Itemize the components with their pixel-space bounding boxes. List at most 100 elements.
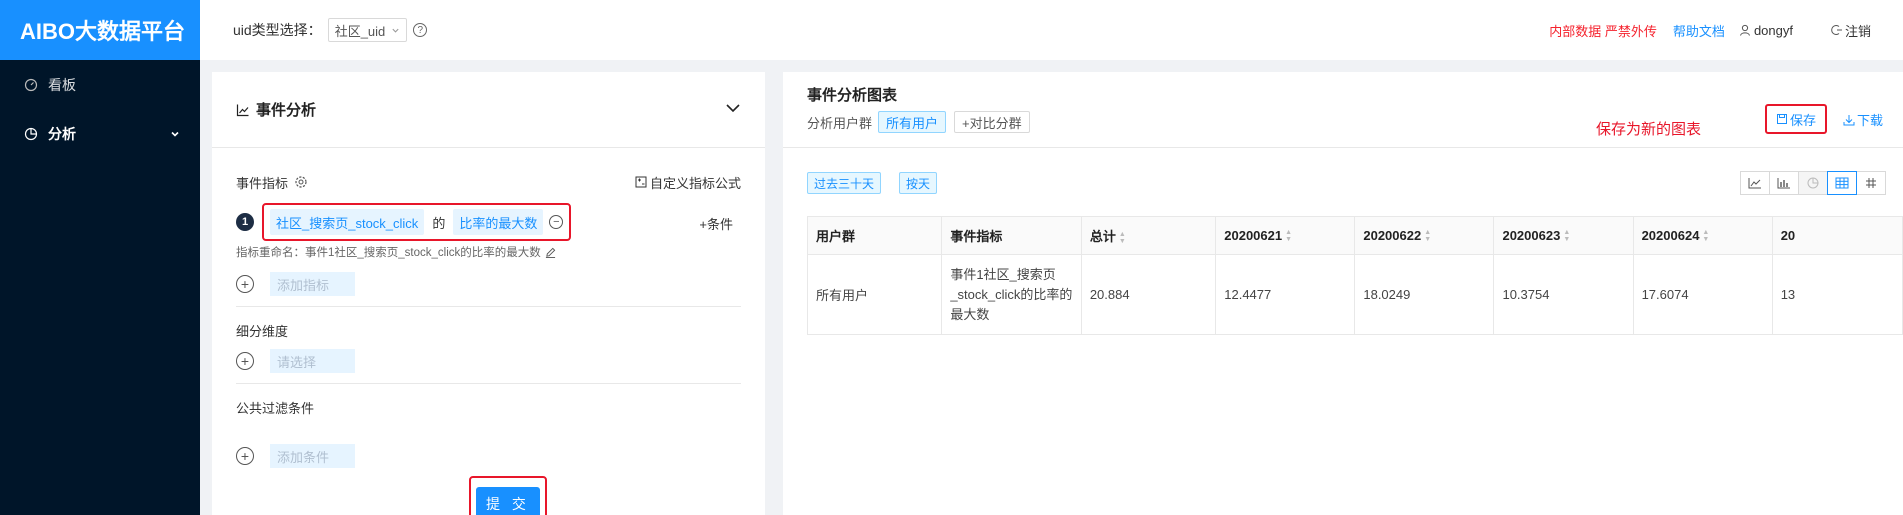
view-switcher xyxy=(1740,171,1886,195)
sort-icon: ▲ ▼ xyxy=(1424,229,1432,244)
logout-label: 注销 xyxy=(1844,23,1871,39)
app-logo[interactable]: AIBO大数据平台 xyxy=(0,0,200,60)
calculator-icon xyxy=(635,176,647,188)
metric-event-select[interactable]: 社区_搜索页_stock_click xyxy=(270,209,425,235)
col-date[interactable]: 20 xyxy=(1771,216,1903,255)
collapse-chevron-icon[interactable] xyxy=(725,100,741,116)
dashboard-icon xyxy=(24,78,38,92)
pie-chart-icon[interactable] xyxy=(1798,171,1828,195)
table-cell: 20.884 xyxy=(1080,254,1217,335)
edit-icon[interactable] xyxy=(545,247,556,258)
table-cell: 18.0249 xyxy=(1354,254,1495,335)
download-label: 下载 xyxy=(1857,113,1884,128)
metric-row: 1 社区_搜索页_stock_click 的 比率的最大数 − +条件 xyxy=(236,202,741,242)
date-range-tag[interactable]: 过去三十天 xyxy=(807,172,882,194)
download-icon xyxy=(1843,114,1855,126)
logout-icon xyxy=(1831,24,1843,36)
settings-icon[interactable] xyxy=(294,175,308,189)
user-group-tag[interactable]: 所有用户 xyxy=(878,111,947,133)
username: dongyf xyxy=(1753,22,1793,38)
save-button[interactable]: 保存 xyxy=(1765,104,1827,134)
submit-highlight: 提 交 xyxy=(469,476,547,515)
col-user-group: 用户群 xyxy=(806,216,943,255)
col-date[interactable]: 20200622 ▲ ▼ xyxy=(1354,216,1495,255)
grid-icon[interactable] xyxy=(1856,171,1886,195)
divider xyxy=(236,383,741,384)
bar-chart-icon[interactable] xyxy=(1769,171,1799,195)
help-doc-link[interactable]: 帮助文档 xyxy=(1673,21,1725,40)
compare-group-button[interactable]: +对比分群 xyxy=(954,111,1030,133)
user-group-label: 分析用户群 xyxy=(807,115,873,131)
add-circle-icon[interactable]: + xyxy=(236,275,254,293)
custom-formula-label: 自定义指标公式 xyxy=(649,175,741,191)
sort-icon: ▲ ▼ xyxy=(1702,229,1710,244)
metric-section-label: 事件指标 xyxy=(236,173,308,192)
data-table: 用户群 事件指标 总计 ▲ ▼ 20200621 ▲ ▼ 20200622 ▲ ▼ 2020… xyxy=(806,216,1903,335)
divider xyxy=(236,306,741,307)
table-cell: 10.3754 xyxy=(1493,254,1634,335)
event-analysis-panel: 事件分析 事件指标 自定义指标公式 1 社区_搜索页_stock_click 的… xyxy=(212,72,765,515)
add-condition-button[interactable]: +条件 xyxy=(699,214,733,233)
panel-title-text: 事件分析 xyxy=(256,102,317,119)
granularity-tag[interactable]: 按天 xyxy=(899,172,938,194)
table-cell: 12.4477 xyxy=(1215,254,1356,335)
table-icon[interactable] xyxy=(1827,171,1857,195)
sort-icon: ▲ ▼ xyxy=(1563,229,1571,244)
panel-title: 事件分析 xyxy=(236,99,316,120)
sort-icon: ▲ ▼ xyxy=(1285,229,1293,244)
col-total[interactable]: 总计 ▲ ▼ xyxy=(1080,216,1217,255)
user-menu[interactable]: dongyf xyxy=(1739,23,1793,38)
save-label: 保存 xyxy=(1789,112,1816,128)
table-cell: 事件1社区_搜索页_stock_click的比率的最大数 xyxy=(941,254,1082,335)
sidebar: AIBO大数据平台 看板 分析 xyxy=(0,0,200,515)
col-date[interactable]: 20200623 ▲ ▼ xyxy=(1493,216,1634,255)
download-button[interactable]: 下载 xyxy=(1843,110,1883,129)
metric-rename: 指标重命名：事件1社区_搜索页_stock_click的比率的最大数 xyxy=(236,244,741,260)
metric-config-box: 社区_搜索页_stock_click 的 比率的最大数 − xyxy=(262,203,572,241)
add-metric-input[interactable]: 添加指标 xyxy=(270,272,355,296)
chart-panel: 事件分析图表 分析用户群 所有用户 +对比分群 保存为新的图表 保存 下载 过去… xyxy=(783,72,1903,515)
col-date[interactable]: 20200624 ▲ ▼ xyxy=(1632,216,1773,255)
add-circle-icon[interactable]: + xyxy=(236,352,254,370)
submit-button[interactable]: 提 交 xyxy=(476,487,540,515)
chart-panel-title: 事件分析图表 xyxy=(807,87,898,104)
remove-circle-icon[interactable]: − xyxy=(549,215,564,229)
line-chart-icon[interactable] xyxy=(1740,171,1770,195)
sidebar-item-dashboard[interactable]: 看板 xyxy=(0,60,200,110)
metric-of-text: 的 xyxy=(432,215,446,231)
question-icon[interactable]: ? xyxy=(413,23,428,37)
add-filter-input[interactable]: 添加条件 xyxy=(270,444,355,468)
table-cell: 所有用户 xyxy=(806,254,943,335)
internal-data-warning: 内部数据 严禁外传 xyxy=(1549,23,1657,39)
pie-chart-icon xyxy=(24,127,38,141)
breakdown-row: + 请选择 xyxy=(236,345,741,377)
table-cell: 13 xyxy=(1771,254,1903,335)
chevron-down-icon xyxy=(391,26,400,35)
save-annotation: 保存为新的图表 xyxy=(1596,121,1702,138)
metric-rename-text: 指标重命名：事件1社区_搜索页_stock_click的比率的最大数 xyxy=(236,247,541,259)
uid-type-select[interactable]: 社区_uid xyxy=(327,18,408,42)
chevron-down-icon xyxy=(170,129,180,139)
metric-aggregation-select[interactable]: 比率的最大数 xyxy=(453,209,544,235)
save-icon xyxy=(1776,113,1788,125)
filter-section-label: 公共过滤条件 xyxy=(236,401,315,416)
uid-type-label: uid类型选择： xyxy=(233,22,322,38)
custom-formula-button[interactable]: 自定义指标公式 xyxy=(635,173,741,192)
table-cell: 17.6074 xyxy=(1632,254,1773,335)
line-chart-icon xyxy=(236,103,250,117)
metric-label-text: 事件指标 xyxy=(236,175,289,191)
metric-index-badge: 1 xyxy=(236,213,254,231)
breakdown-select[interactable]: 请选择 xyxy=(270,349,355,373)
sidebar-item-label: 分析 xyxy=(48,126,76,142)
sidebar-item-analysis[interactable]: 分析 xyxy=(0,110,200,158)
sidebar-item-label: 看板 xyxy=(48,77,76,93)
add-circle-icon[interactable]: + xyxy=(236,447,254,465)
logout-button[interactable]: 注销 xyxy=(1831,21,1871,40)
col-date[interactable]: 20200621 ▲ ▼ xyxy=(1215,216,1356,255)
top-header: uid类型选择： 社区_uid ? 内部数据 严禁外传 帮助文档 dongyf … xyxy=(200,0,1903,60)
table-header-row: 用户群 事件指标 总计 ▲ ▼ 20200621 ▲ ▼ 20200622 ▲ ▼ 2020… xyxy=(806,216,1903,255)
filter-row: + 添加条件 xyxy=(236,440,741,472)
user-icon xyxy=(1739,24,1751,36)
uid-type-value: 社区_uid xyxy=(334,23,386,39)
sort-icon: ▲ ▼ xyxy=(1118,230,1126,245)
